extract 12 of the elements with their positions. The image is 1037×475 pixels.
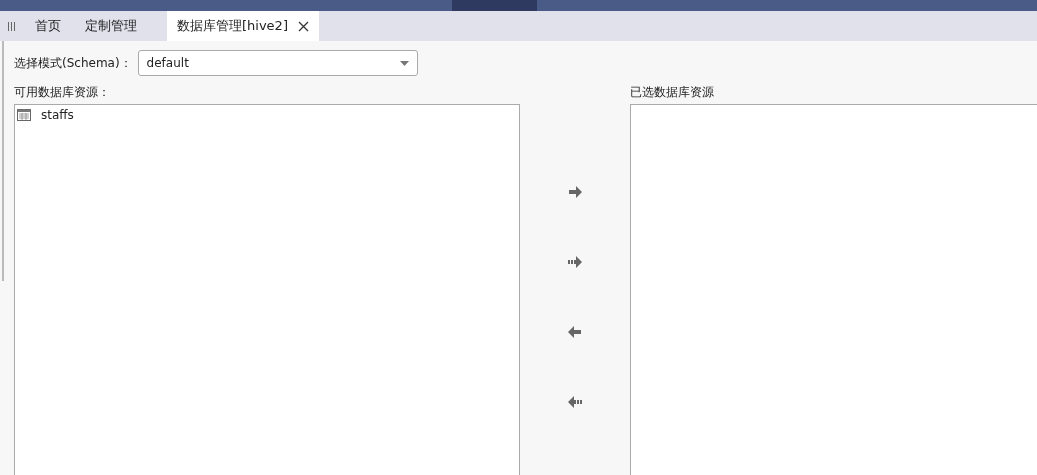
caret-icon [399,60,409,66]
available-resources-label: 可用数据库资源： [14,84,111,101]
schema-dropdown[interactable]: default [137,50,418,76]
grip-icon[interactable] [8,21,15,31]
tab[interactable]: 数据库管理[hive2] [167,11,319,41]
table-icon [17,109,31,121]
schema-label: 选择模式(Schema)： [14,54,132,72]
tab[interactable]: 首页 [27,11,77,41]
selected-resources-label: 已选数据库资源 [630,84,715,101]
resource-item[interactable]: staffs [15,105,519,125]
tab[interactable]: 定制管理 [77,11,153,41]
close-icon[interactable] [297,20,309,32]
